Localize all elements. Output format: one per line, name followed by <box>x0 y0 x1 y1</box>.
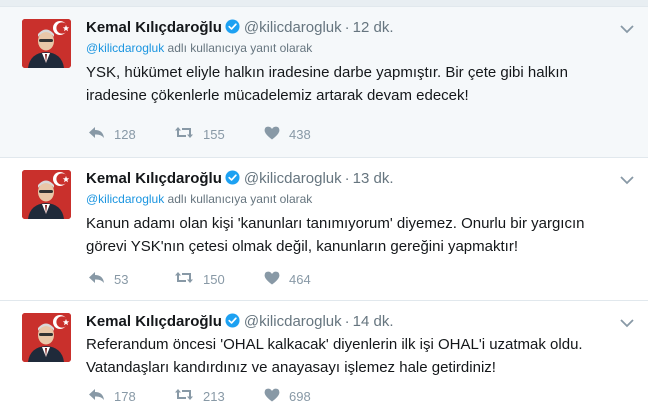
like-count: 438 <box>289 126 311 142</box>
like-button[interactable]: 438 <box>264 125 311 143</box>
verified-badge-icon <box>225 19 240 38</box>
verified-badge-icon <box>225 170 240 189</box>
author-handle[interactable]: @kilicdarogluk <box>244 313 342 330</box>
author-handle[interactable]: @kilicdarogluk <box>244 170 342 187</box>
heart-icon <box>264 388 289 405</box>
reply-context: @kilicdarogluk adlı kullanıcıya yanıt ol… <box>86 41 312 55</box>
reply-button[interactable]: 128 <box>88 125 136 143</box>
like-count: 698 <box>289 388 311 404</box>
chevron-down-icon[interactable] <box>620 21 634 39</box>
like-button[interactable]: 698 <box>264 387 311 405</box>
retweet-button[interactable]: 155 <box>174 125 225 143</box>
reply-count: 128 <box>114 126 136 142</box>
tweet-header: Kemal Kılıçdaroğlu @kilicdarogluk · 12 dk. <box>86 19 394 39</box>
tweet-header: Kemal Kılıçdaroğlu @kilicdarogluk · 13 dk. <box>86 170 394 190</box>
retweet-icon <box>174 388 203 404</box>
reply-context-handle[interactable]: @kilicdarogluk <box>86 192 164 206</box>
tweet-item[interactable]: Kemal Kılıçdaroğlu @kilicdarogluk · 14 dk. … <box>0 301 648 418</box>
like-count: 464 <box>289 271 311 287</box>
retweet-button[interactable]: 213 <box>174 387 225 405</box>
separator-dot: · <box>344 19 350 36</box>
retweet-count: 213 <box>203 388 225 404</box>
tweet-header: Kemal Kılıçdaroğlu @kilicdarogluk · 14 dk. <box>86 313 394 333</box>
chevron-down-icon[interactable] <box>620 315 634 333</box>
heart-icon <box>264 271 289 288</box>
chevron-down-icon[interactable] <box>620 172 634 190</box>
reply-context-label: adlı kullanıcıya yanıt olarak <box>164 41 313 55</box>
retweet-icon <box>174 271 203 287</box>
retweet-count: 155 <box>203 126 225 142</box>
separator-dot: · <box>344 170 350 187</box>
previous-tweet-edge <box>0 0 648 7</box>
tweet-item[interactable]: Kemal Kılıçdaroğlu @kilicdarogluk · 13 dk. … <box>0 158 648 301</box>
tweet-item[interactable]: Kemal Kılıçdaroğlu @kilicdarogluk · 12 dk. … <box>0 7 648 158</box>
tweet-text: Referandum öncesi 'OHAL kalkacak' diyenl… <box>86 336 583 376</box>
reply-button[interactable]: 53 <box>88 270 128 288</box>
tweet-text: YSK, hükümet eliyle halkın iradesine dar… <box>86 64 568 104</box>
retweet-count: 150 <box>203 271 225 287</box>
tweet-timestamp[interactable]: 12 dk. <box>353 19 394 36</box>
like-button[interactable]: 464 <box>264 270 311 288</box>
reply-context-label: adlı kullanıcıya yanıt olarak <box>164 192 313 206</box>
avatar[interactable] <box>22 19 71 68</box>
tweet-text: Kanun adamı olan kişi 'kanunları tanımıy… <box>86 215 585 255</box>
reply-context: @kilicdarogluk adlı kullanıcıya yanıt ol… <box>86 192 312 206</box>
reply-icon <box>88 126 114 142</box>
reply-context-handle[interactable]: @kilicdarogluk <box>86 41 164 55</box>
separator-dot: · <box>344 313 350 330</box>
retweet-button[interactable]: 150 <box>174 270 225 288</box>
reply-icon <box>88 271 114 287</box>
avatar[interactable] <box>22 313 71 362</box>
author-handle[interactable]: @kilicdarogluk <box>244 19 342 36</box>
heart-icon <box>264 126 289 143</box>
tweet-timestamp[interactable]: 13 dk. <box>353 170 394 187</box>
reply-count: 178 <box>114 388 136 404</box>
tweet-timestamp[interactable]: 14 dk. <box>353 313 394 330</box>
retweet-icon <box>174 126 203 142</box>
verified-badge-icon <box>225 313 240 332</box>
author-name[interactable]: Kemal Kılıçdaroğlu <box>86 313 222 330</box>
reply-icon <box>88 388 114 404</box>
author-name[interactable]: Kemal Kılıçdaroğlu <box>86 170 222 187</box>
avatar[interactable] <box>22 170 71 219</box>
reply-count: 53 <box>114 271 129 287</box>
author-name[interactable]: Kemal Kılıçdaroğlu <box>86 19 222 36</box>
reply-button[interactable]: 178 <box>88 387 136 405</box>
